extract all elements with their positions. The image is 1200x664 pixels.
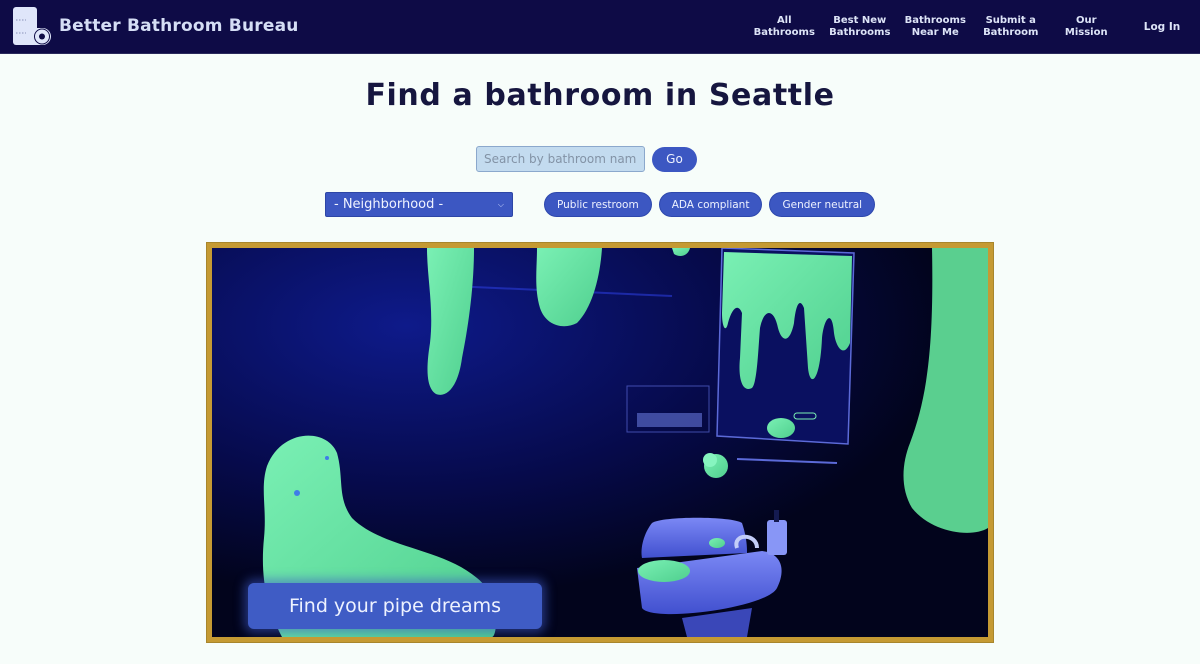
main-nav: All Bathrooms Best New Bathrooms Bathroo…: [747, 0, 1200, 54]
sink-backsplash: [641, 517, 747, 558]
nav-submit-a-bathroom[interactable]: Submit a Bathroom: [973, 0, 1049, 54]
brand-home-link[interactable]: Better Bathroom Bureau: [12, 6, 299, 46]
chevron-down-icon: ⌵: [497, 199, 504, 209]
filter-bar: - Neighborhood - ⌵ Public restroom ADA c…: [325, 192, 876, 217]
nav-our-mission[interactable]: Our Mission: [1049, 0, 1125, 54]
brand-name: Better Bathroom Bureau: [59, 16, 299, 36]
nav-all-bathrooms[interactable]: All Bathrooms: [747, 0, 823, 54]
login-link[interactable]: Log In: [1124, 0, 1200, 54]
go-button[interactable]: Go: [652, 146, 697, 172]
toilet-paper-roll-icon: [12, 6, 54, 46]
top-navbar: Better Bathroom Bureau All Bathrooms Bes…: [0, 0, 1200, 54]
neighborhood-select[interactable]: - Neighborhood - ⌵: [325, 192, 513, 217]
hero-image: [212, 248, 988, 637]
filter-ada-compliant[interactable]: ADA compliant: [658, 192, 763, 217]
hero-caption-button[interactable]: Find your pipe dreams: [248, 583, 542, 629]
neighborhood-select-value: - Neighborhood -: [334, 197, 444, 212]
hero-banner: Find your pipe dreams: [207, 243, 993, 642]
search-bar: Go: [476, 146, 697, 172]
filter-public-restroom[interactable]: Public restroom: [544, 192, 652, 217]
nav-best-new-bathrooms[interactable]: Best New Bathrooms: [822, 0, 898, 54]
page-title: Find a bathroom in Seattle: [365, 78, 835, 113]
nav-bathrooms-near-me[interactable]: Bathrooms Near Me: [898, 0, 974, 54]
search-input[interactable]: [476, 146, 645, 172]
filter-gender-neutral[interactable]: Gender neutral: [769, 192, 876, 217]
